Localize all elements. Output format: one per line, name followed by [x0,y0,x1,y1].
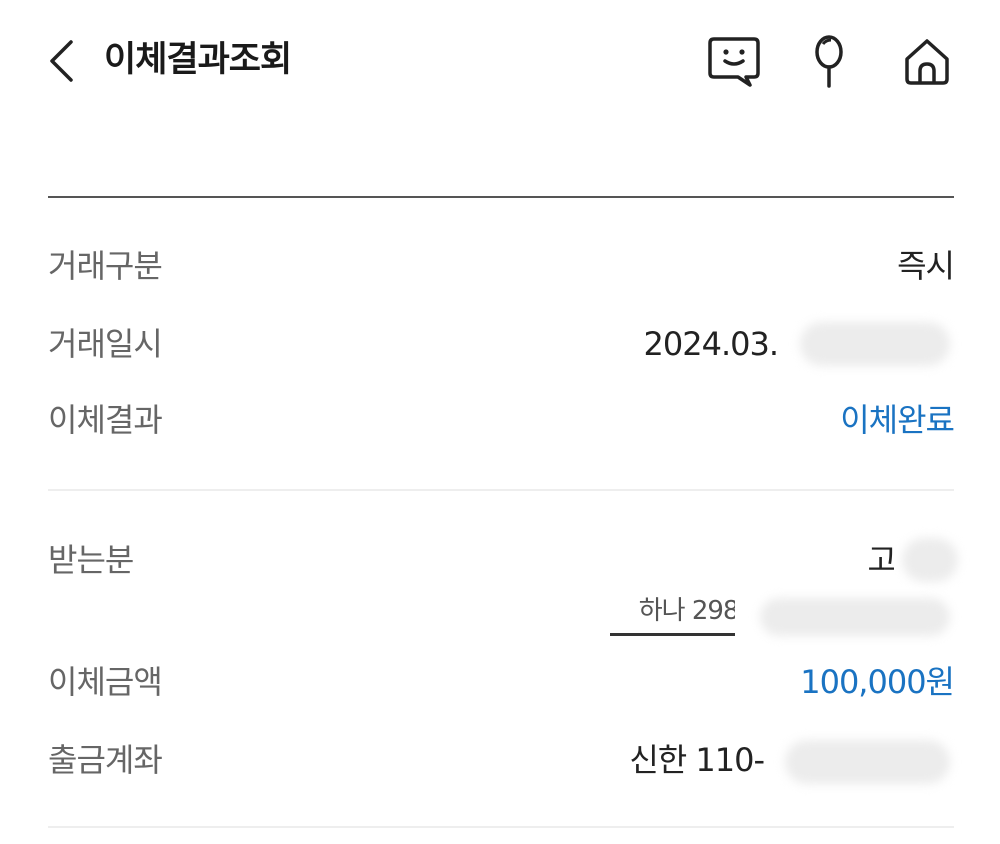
app-header: 이체결과조회 [0,0,1000,120]
redaction-blur [800,322,950,366]
back-arrow-icon[interactable] [44,38,80,84]
account-underline [610,633,736,636]
recipient-label: 받는분 [48,541,134,579]
redaction-blur [760,598,950,636]
home-icon[interactable] [898,32,956,90]
transaction-datetime-label: 거래일시 [48,325,163,363]
redaction-blur [785,740,950,784]
transfer-amount-label: 이체금액 [48,663,163,701]
withdrawal-account-value: 신한 110- [629,741,765,779]
section-divider [48,196,954,198]
withdrawal-account-label: 출금계좌 [48,741,163,779]
transaction-datetime-value: 2024.03. [643,325,779,363]
transaction-type-label: 거래구분 [48,247,163,285]
transfer-result-value: 이체완료 [840,401,955,439]
transfer-result-label: 이체결과 [48,401,163,439]
chat-bot-icon[interactable] [705,32,763,90]
recipient-name-value: 고 [867,541,897,579]
section-divider [48,826,954,828]
transfer-amount-value: 100,000원 [800,663,955,701]
section-divider [48,489,954,491]
page-title: 이체결과조회 [104,40,292,80]
redaction-blur [902,538,958,582]
transaction-type-value: 즉시 [897,247,955,285]
pin-icon[interactable] [800,32,858,90]
